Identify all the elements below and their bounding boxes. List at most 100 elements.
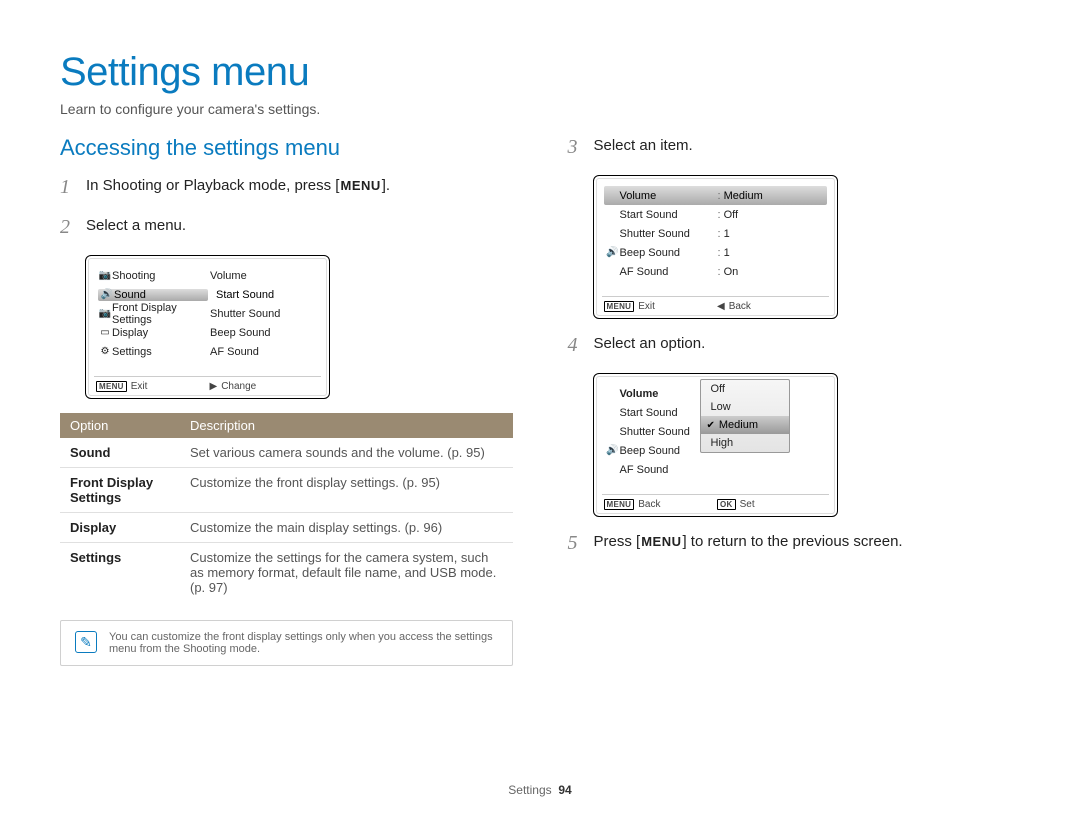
row-label: AF Sound <box>620 464 718 476</box>
right-arrow-icon: ▶ <box>210 381 218 392</box>
table-cell-option: Sound <box>60 438 180 468</box>
table-cell-option: Settings <box>60 543 180 603</box>
lcd-row: 📷Front Display SettingsShutter Sound <box>96 304 319 323</box>
row-icon: 🔊 <box>606 445 620 456</box>
section-heading: Accessing the settings menu <box>60 135 513 161</box>
menu-tag-icon: MENU <box>96 381 127 392</box>
row-label: Settings <box>112 346 210 358</box>
row-right: Start Sound <box>208 289 317 301</box>
row-icon: 🔊 <box>100 289 114 300</box>
footer-page: 94 <box>558 783 571 797</box>
table-cell-description: Customize the settings for the camera sy… <box>180 543 513 603</box>
row-icon: 🔊 <box>606 247 620 258</box>
right-column: 3 Select an item. VolumeMediumStart Soun… <box>568 135 1021 666</box>
step-text: In Shooting or Playback mode, press [MEN… <box>86 175 390 198</box>
row-icon: 📷 <box>98 308 112 319</box>
step-text: Select a menu. <box>86 215 186 238</box>
row-label: Shooting <box>112 270 210 282</box>
row-label: Display <box>112 327 210 339</box>
row-label: Beep Sound <box>620 247 718 259</box>
lcd-row: ⚙SettingsAF Sound <box>96 342 319 361</box>
row-right: Volume <box>210 270 317 282</box>
table-cell-description: Set various camera sounds and the volume… <box>180 438 513 468</box>
lcd-row: 🔊Beep Sound1 <box>604 243 827 262</box>
step-4: 4 Select an option. <box>568 333 1021 357</box>
ok-tag-icon: OK <box>717 499 736 510</box>
left-arrow-icon: ◀ <box>717 301 725 312</box>
page-subtitle: Learn to configure your camera's setting… <box>60 101 1020 117</box>
popup-option-label: Low <box>711 401 731 413</box>
row-right: AF Sound <box>210 346 317 358</box>
table-cell-description: Customize the main display settings. (p.… <box>180 513 513 543</box>
menu-tag-icon: MENU <box>604 301 635 312</box>
table-row: SoundSet various camera sounds and the v… <box>60 438 513 468</box>
lcd-row: ▭DisplayBeep Sound <box>96 323 319 342</box>
popup-option-label: Off <box>711 383 725 395</box>
popup-option: Low <box>701 398 789 416</box>
row-right: Shutter Sound <box>210 308 317 320</box>
row-icon: 📷 <box>98 270 112 281</box>
row-right: Beep Sound <box>210 327 317 339</box>
info-icon: ✎ <box>75 631 97 653</box>
menu-badge: MENU <box>339 176 381 196</box>
page-footer: Settings 94 <box>0 783 1080 797</box>
popup-option: ✔ Medium <box>701 416 789 434</box>
lcd-row: AF Sound <box>604 460 827 479</box>
step-1: 1 In Shooting or Playback mode, press [M… <box>60 175 513 199</box>
step-text: Select an item. <box>594 135 693 158</box>
note-box: ✎ You can customize the front display se… <box>60 620 513 666</box>
check-icon: ✔ <box>707 420 715 431</box>
lcd-row: Shutter Sound1 <box>604 224 827 243</box>
menu-tag-icon: MENU <box>604 499 635 510</box>
step-5: 5 Press [MENU] to return to the previous… <box>568 531 1021 555</box>
row-value: 1 <box>718 228 730 240</box>
step-number: 1 <box>60 175 76 199</box>
step-text: Select an option. <box>594 333 706 356</box>
lcd-screenshot-menu: 📷ShootingVolume🔊SoundStart Sound📷Front D… <box>85 255 330 399</box>
step-number: 2 <box>60 215 76 239</box>
row-value: 1 <box>718 247 730 259</box>
menu-badge: MENU <box>640 532 682 552</box>
step-number: 3 <box>568 135 584 159</box>
footer-label: Settings <box>508 783 551 797</box>
row-label: Front Display Settings <box>112 302 210 326</box>
left-column: Accessing the settings menu 1 In Shootin… <box>60 135 513 666</box>
popup-option-label: High <box>711 437 734 449</box>
lcd-screenshot-option: VolumeStart SoundShutter Sound🔊Beep Soun… <box>593 373 838 517</box>
row-label: Shutter Sound <box>620 228 718 240</box>
step-number: 4 <box>568 333 584 357</box>
page-title: Settings menu <box>60 50 1020 95</box>
option-popup: Off Low ✔ Medium High <box>700 379 790 453</box>
options-table: Option Description SoundSet various came… <box>60 413 513 602</box>
row-icon: ⚙ <box>98 346 112 357</box>
row-label: AF Sound <box>620 266 718 278</box>
lcd-row: VolumeMedium <box>604 186 827 205</box>
row-label: Volume <box>620 190 718 202</box>
table-row: Front Display SettingsCustomize the fron… <box>60 468 513 513</box>
note-text: You can customize the front display sett… <box>109 631 498 655</box>
table-row: DisplayCustomize the main display settin… <box>60 513 513 543</box>
lcd-row: Start SoundOff <box>604 205 827 224</box>
step-number: 5 <box>568 531 584 555</box>
step-3: 3 Select an item. <box>568 135 1021 159</box>
table-row: SettingsCustomize the settings for the c… <box>60 543 513 603</box>
table-cell-description: Customize the front display settings. (p… <box>180 468 513 513</box>
popup-option: High <box>701 434 789 452</box>
popup-option: Off <box>701 380 789 398</box>
table-cell-option: Display <box>60 513 180 543</box>
lcd-row: AF SoundOn <box>604 262 827 281</box>
step-text: Press [MENU] to return to the previous s… <box>594 531 903 554</box>
table-cell-option: Front Display Settings <box>60 468 180 513</box>
popup-option-label: Medium <box>719 419 758 431</box>
lcd-screenshot-item: VolumeMediumStart SoundOffShutter Sound1… <box>593 175 838 319</box>
table-header-option: Option <box>60 413 180 438</box>
lcd-row: 📷ShootingVolume <box>96 266 319 285</box>
row-label: Sound <box>114 289 206 301</box>
row-label: Start Sound <box>620 209 718 221</box>
table-header-description: Description <box>180 413 513 438</box>
row-value: On <box>718 266 739 278</box>
row-icon: ▭ <box>98 327 112 338</box>
row-value: Off <box>718 209 739 221</box>
row-value: Medium <box>718 190 763 202</box>
step-2: 2 Select a menu. <box>60 215 513 239</box>
